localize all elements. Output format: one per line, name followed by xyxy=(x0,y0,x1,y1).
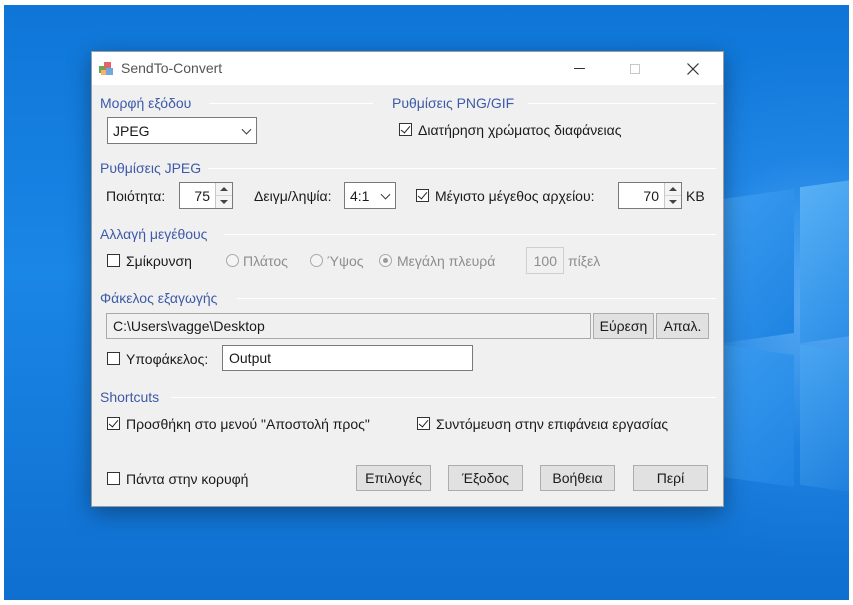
windows-logo-pane xyxy=(800,178,849,344)
output-format-title: Μορφή εξόδου xyxy=(100,95,192,111)
export-path-field[interactable]: C:\Users\vagge\Desktop xyxy=(106,313,591,339)
arrow-up-icon xyxy=(669,186,677,191)
maximize-icon xyxy=(630,63,640,74)
stepper-up-button[interactable] xyxy=(216,183,232,196)
sampling-label: Δειγμ/ληψία: xyxy=(254,188,332,204)
options-button[interactable]: Επιλογές xyxy=(356,465,431,491)
export-folder-title: Φάκελος εξαγωγής xyxy=(100,290,218,306)
subfolder-checkbox[interactable] xyxy=(107,352,120,365)
shrink-label: Σμίκρυνση xyxy=(126,253,192,269)
app-icon xyxy=(99,62,113,75)
sampling-value: 4:1 xyxy=(350,187,370,204)
desktop-shortcut-checkbox[interactable] xyxy=(417,417,430,430)
subfolder-value: Output xyxy=(229,350,272,366)
height-radio[interactable] xyxy=(310,254,323,267)
minimize-button[interactable] xyxy=(556,52,602,85)
max-size-unit: KB xyxy=(686,188,705,204)
desktop-shortcut-label: Συντόμευση στην επιφάνεια εργασίας xyxy=(436,416,669,432)
section-divider xyxy=(224,234,716,235)
stepper-down-button[interactable] xyxy=(665,196,681,209)
quality-label: Ποιότητα: xyxy=(106,188,166,204)
exit-button[interactable]: Έξοδος xyxy=(448,465,523,491)
window-title: SendTo-Convert xyxy=(121,60,223,76)
subfolder-input[interactable]: Output xyxy=(222,345,473,371)
quality-stepper[interactable]: 75 xyxy=(179,182,233,209)
long-side-label: Μεγάλη πλευρά xyxy=(397,253,496,269)
width-radio[interactable] xyxy=(226,254,239,267)
stepper-arrows xyxy=(664,183,681,208)
max-size-value: 70 xyxy=(643,187,659,204)
quality-value: 75 xyxy=(194,187,210,204)
height-label: Ύψος xyxy=(327,253,364,269)
windows-logo-pane xyxy=(800,344,849,494)
chevron-down-icon xyxy=(241,124,252,135)
png-gif-title: Ρυθμίσεις PNG/GIF xyxy=(392,95,515,111)
pixels-stepper[interactable]: 100 xyxy=(526,247,564,274)
sendto-checkbox[interactable] xyxy=(107,417,120,430)
section-divider xyxy=(209,103,373,104)
always-on-top-checkbox[interactable] xyxy=(107,472,120,485)
clear-button[interactable]: Απαλ. xyxy=(656,313,709,339)
subfolder-label: Υποφάκελος: xyxy=(126,351,209,367)
section-divider xyxy=(528,103,716,104)
resize-title: Αλλαγή μεγέθους xyxy=(100,226,208,242)
close-button[interactable] xyxy=(670,52,716,85)
app-window: SendTo-Convert Μορφή εξόδου JPEG Ρυθμίσε… xyxy=(91,51,724,507)
pixels-value: 100 xyxy=(533,252,557,269)
long-side-radio[interactable] xyxy=(379,254,392,267)
arrow-up-icon xyxy=(220,186,228,191)
shrink-checkbox[interactable] xyxy=(107,254,120,267)
max-size-checkbox[interactable] xyxy=(416,189,429,202)
maximize-button[interactable] xyxy=(612,52,658,85)
title-bar[interactable]: SendTo-Convert xyxy=(92,52,723,85)
always-on-top-label: Πάντα στην κορυφή xyxy=(126,471,249,487)
section-divider xyxy=(208,168,716,169)
stepper-up-button[interactable] xyxy=(665,183,681,196)
arrow-down-icon xyxy=(669,199,677,204)
max-size-label: Μέγιστο μέγεθος αρχείου: xyxy=(435,188,595,204)
chevron-down-icon xyxy=(380,189,391,200)
section-divider xyxy=(171,397,716,398)
output-format-select[interactable]: JPEG xyxy=(107,117,257,144)
max-size-stepper[interactable]: 70 xyxy=(618,182,682,209)
sampling-select[interactable]: 4:1 xyxy=(344,182,396,209)
arrow-down-icon xyxy=(220,199,228,204)
help-button[interactable]: Βοήθεια xyxy=(540,465,615,491)
sendto-label: Προσθήκη στο μενού "Αποστολή προς" xyxy=(126,416,370,432)
width-label: Πλάτος xyxy=(243,253,288,269)
shortcuts-title: Shortcuts xyxy=(100,389,160,405)
stepper-arrows xyxy=(215,183,232,208)
output-format-value: JPEG xyxy=(113,122,150,139)
pixels-unit: πίξελ xyxy=(568,253,601,269)
stepper-down-button[interactable] xyxy=(216,196,232,209)
jpeg-settings-title: Ρυθμίσεις JPEG xyxy=(100,160,202,176)
close-icon xyxy=(687,62,699,75)
export-path-value: C:\Users\vagge\Desktop xyxy=(113,318,265,334)
about-button[interactable]: Περί xyxy=(633,465,708,491)
browse-button[interactable]: Εύρεση xyxy=(593,313,654,339)
preserve-transparency-checkbox[interactable] xyxy=(399,123,412,136)
section-divider xyxy=(237,298,716,299)
preserve-transparency-label: Διατήρηση χρώματος διαφάνειας xyxy=(418,122,622,138)
minimize-icon xyxy=(573,68,585,69)
